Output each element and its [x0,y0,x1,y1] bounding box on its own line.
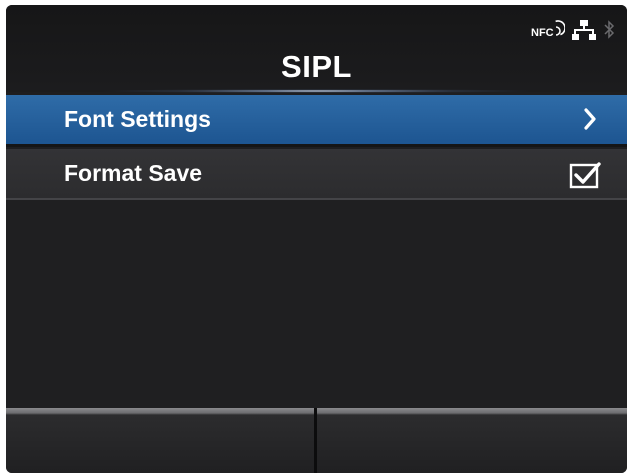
menu-item-font-settings[interactable]: Font Settings [6,95,627,144]
lan-icon [572,20,596,40]
menu-item-label: Format Save [64,160,203,186]
menu-item-format-save[interactable]: Format Save [6,149,627,198]
printer-display: SIPL NFC Font Settings Format Save [6,5,627,473]
page-title: SIPL [281,49,352,84]
row-divider [6,144,627,147]
checkbox-icon[interactable] [569,161,601,189]
status-bar: NFC [531,17,615,43]
nfc-icon: NFC [531,19,565,41]
softkey-right[interactable] [317,408,627,473]
header-bar: SIPL NFC [6,5,627,93]
softkey-left[interactable] [6,408,314,473]
chevron-right-icon [584,108,596,130]
menu-item-label: Font Settings [64,106,211,132]
nfc-waves-icon [555,20,565,36]
menu-empty-area [6,200,627,408]
bluetooth-icon [604,20,615,39]
title-underline-glow [96,89,537,93]
